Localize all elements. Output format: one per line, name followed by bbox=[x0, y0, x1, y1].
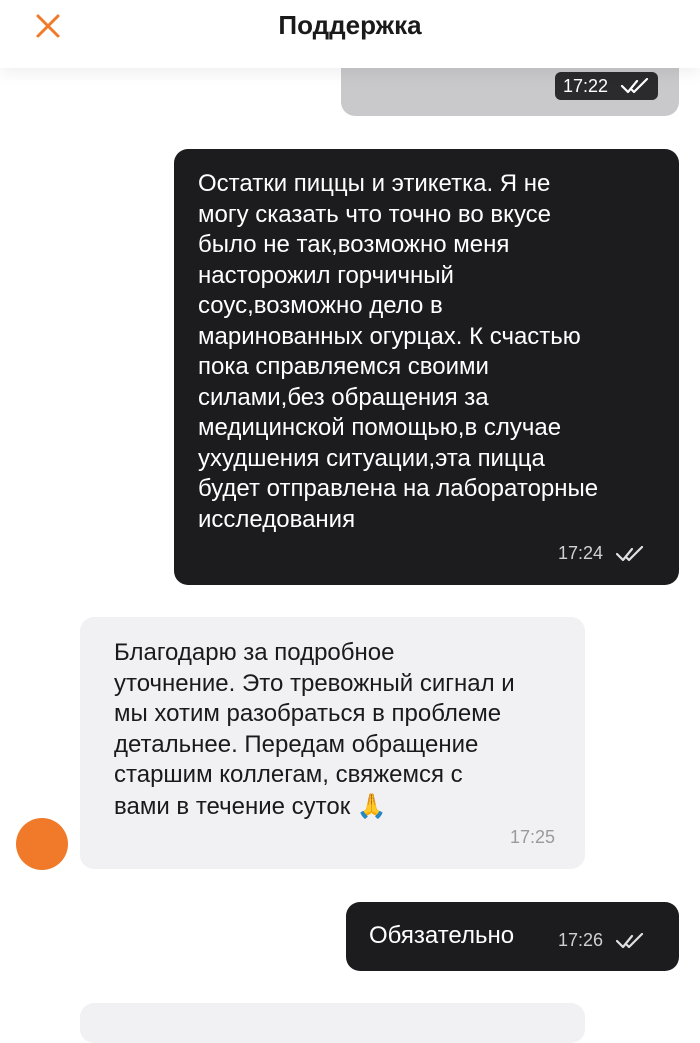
page-title: Поддержка bbox=[278, 10, 422, 40]
praying-hands-icon: 🙏 bbox=[356, 791, 387, 820]
message-bubble-incoming[interactable]: Благодарю за подробное уточнение. Это тр… bbox=[80, 617, 585, 869]
message-bubble-incoming[interactable] bbox=[80, 1003, 585, 1043]
double-check-icon bbox=[615, 932, 644, 948]
message-text: Благодарю за подробное уточнение. Это тр… bbox=[114, 638, 576, 822]
message-bubble-outgoing[interactable]: Остатки пиццы и этикетка. Я не могу сказ… bbox=[174, 149, 679, 585]
avatar[interactable] bbox=[16, 818, 68, 870]
message-time: 17:25 bbox=[510, 827, 556, 847]
message-bubble-outgoing[interactable]: Обязательно 17:26 bbox=[346, 902, 679, 971]
message-meta: 17:25 bbox=[510, 827, 555, 848]
message-text-body: Благодарю за подробное уточнение. Это тр… bbox=[114, 639, 515, 820]
message-text: Остатки пиццы и этикетка. Я не могу сказ… bbox=[198, 170, 599, 533]
message-meta: 17:22 bbox=[555, 72, 659, 100]
chat-header: Поддержка bbox=[0, 0, 700, 68]
message-time: 17:22 bbox=[563, 75, 609, 96]
double-check-icon bbox=[615, 545, 644, 561]
message-meta: 17:26 bbox=[558, 930, 645, 951]
message-meta: 17:24 bbox=[558, 543, 645, 564]
message-time: 17:26 bbox=[558, 930, 604, 950]
message-time: 17:24 bbox=[558, 543, 604, 563]
double-check-icon bbox=[620, 78, 649, 94]
message-text: Обязательно bbox=[369, 922, 515, 949]
